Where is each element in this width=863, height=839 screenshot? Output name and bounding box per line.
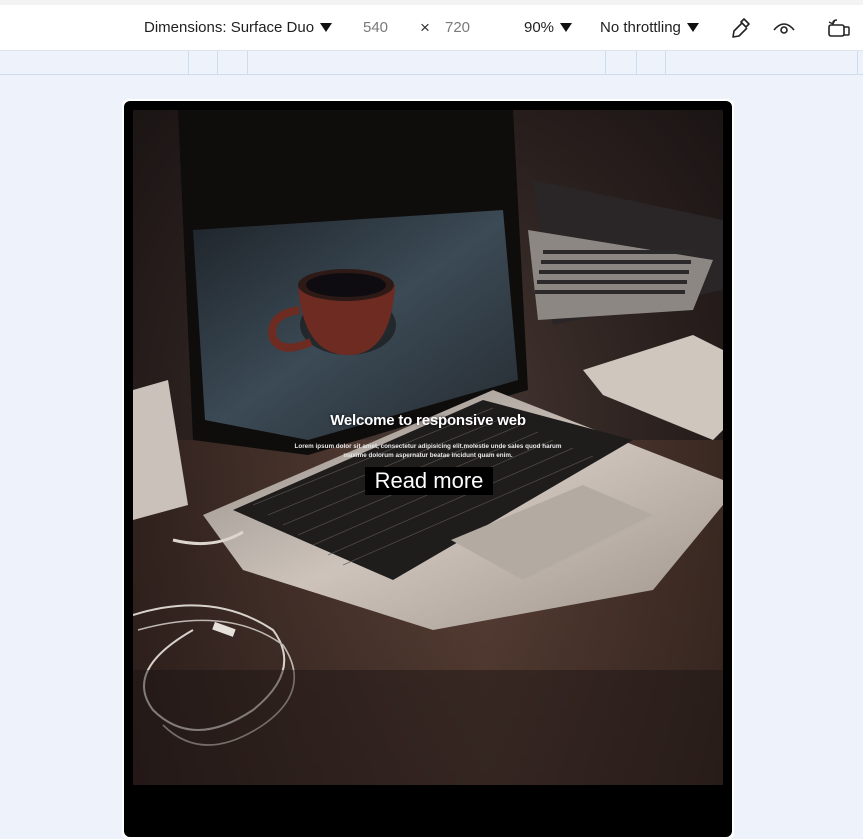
times-separator: ×	[420, 17, 430, 37]
chevron-down-icon	[320, 23, 333, 32]
zoom-value: 90%	[524, 19, 555, 36]
height-input[interactable]: 720	[445, 5, 470, 50]
ruler-tick	[605, 51, 606, 74]
ruler-tick	[247, 51, 248, 74]
width-input[interactable]: 540	[363, 5, 388, 50]
chevron-down-icon	[686, 23, 699, 32]
eye-icon[interactable]	[773, 5, 795, 50]
hero-title: Welcome to responsive web	[330, 412, 526, 429]
throttling-dropdown[interactable]: No throttling	[600, 5, 699, 50]
chevron-down-icon	[560, 23, 573, 32]
media-query-ruler	[0, 51, 863, 75]
eyedropper-icon[interactable]	[731, 5, 751, 50]
rotate-device-icon[interactable]	[827, 5, 851, 50]
zoom-dropdown[interactable]: 90%	[524, 5, 573, 50]
ruler-tick	[217, 51, 218, 74]
device-frame: Welcome to responsive web Lorem ipsum do…	[122, 99, 734, 839]
dimensions-dropdown[interactable]: Dimensions: Surface Duo	[144, 5, 333, 50]
ruler-tick	[188, 51, 189, 74]
ruler-tick	[636, 51, 637, 74]
ruler-tick	[665, 51, 666, 74]
ruler-tick	[857, 51, 858, 74]
dimensions-label: Dimensions: Surface Duo	[144, 19, 315, 36]
device-toolbar: Dimensions: Surface Duo 540 × 720 90% No…	[0, 5, 863, 51]
hero-body: Lorem ipsum dolor sit amet, consectetur …	[294, 443, 562, 459]
hero-section: Welcome to responsive web Lorem ipsum do…	[133, 110, 723, 785]
throttling-label: No throttling	[600, 19, 681, 36]
read-more-button[interactable]: Read more	[365, 467, 493, 495]
device-viewport: Welcome to responsive web Lorem ipsum do…	[124, 101, 732, 837]
